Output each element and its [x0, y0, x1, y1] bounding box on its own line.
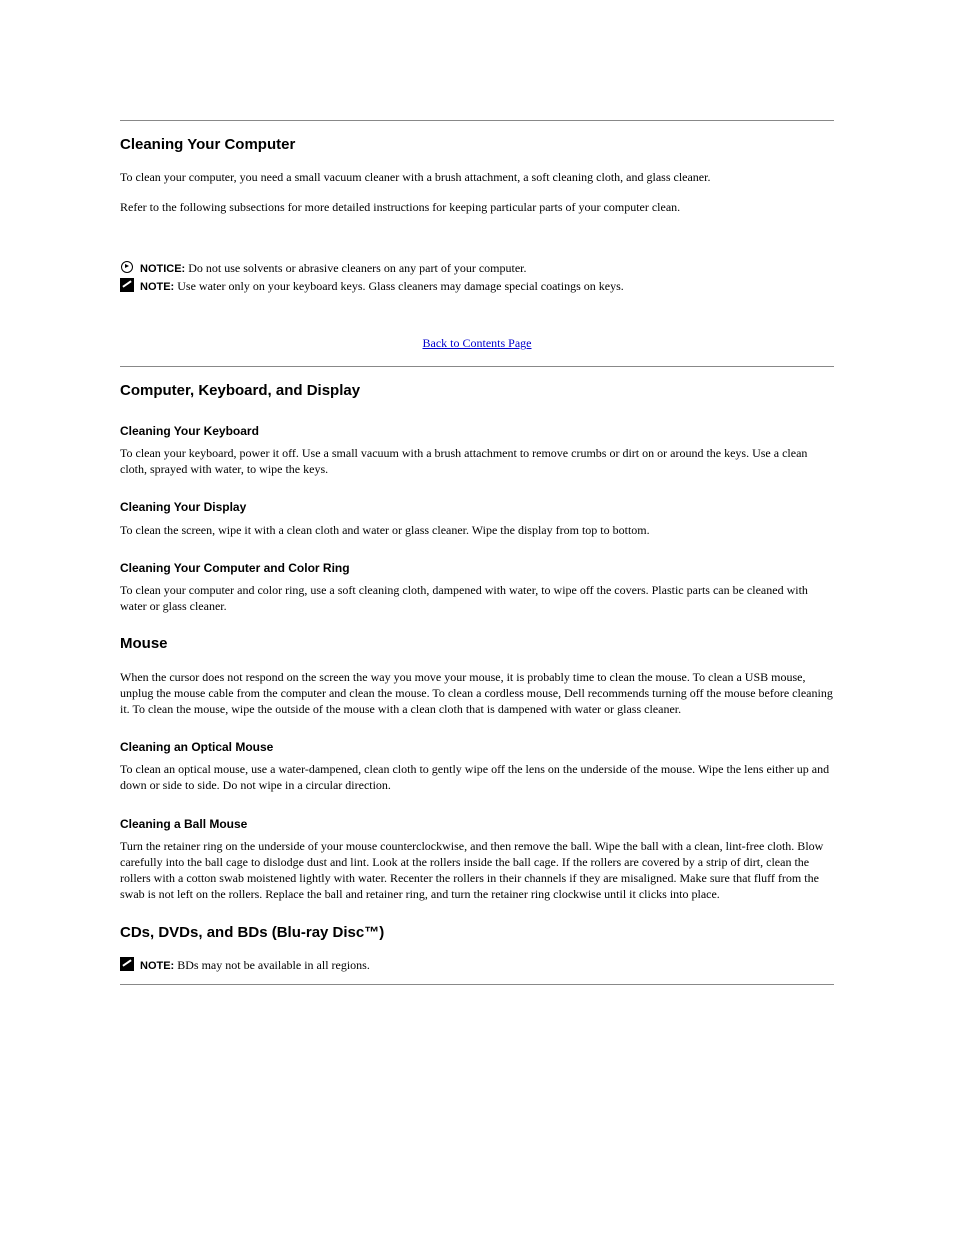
- note-text-bd: BDs may not be available in all regions.: [177, 958, 370, 972]
- subheading-ball-mouse: Cleaning a Ball Mouse: [120, 816, 834, 832]
- note-label-bd: NOTE:: [140, 960, 174, 972]
- notice-label: NOTICE:: [140, 263, 185, 275]
- notice-text: Do not use solvents or abrasive cleaners…: [188, 261, 526, 275]
- subheading-keyboard: Cleaning Your Keyboard: [120, 423, 834, 439]
- optical-mouse-text: To clean an optical mouse, use a water-d…: [120, 761, 834, 793]
- heading-computer-keyboard-display: Computer, Keyboard, and Display: [120, 381, 834, 401]
- color-ring-text: To clean your computer and color ring, u…: [120, 582, 834, 614]
- section-divider: [120, 120, 834, 121]
- note-icon-bd: [120, 957, 134, 971]
- section-divider-2: [120, 366, 834, 367]
- notice-icon: [120, 260, 134, 274]
- back-to-contents-link[interactable]: Back to Contents Page: [423, 336, 532, 350]
- display-text: To clean the screen, wipe it with a clea…: [120, 522, 834, 538]
- ball-mouse-text: Turn the retainer ring on the underside …: [120, 838, 834, 903]
- heading-mouse: Mouse: [120, 634, 834, 654]
- heading-cds-dvds-bds: CDs, DVDs, and BDs (Blu-ray Disc™): [120, 923, 834, 943]
- subheading-optical-mouse: Cleaning an Optical Mouse: [120, 739, 834, 755]
- note-icon: [120, 278, 134, 292]
- section-divider-3: [120, 984, 834, 985]
- note-block-1: NOTE: Use water only on your keyboard ke…: [120, 278, 834, 295]
- heading-cleaning-computer: Cleaning Your Computer: [120, 135, 834, 155]
- mouse-intro: When the cursor does not respond on the …: [120, 669, 834, 718]
- subheading-display: Cleaning Your Display: [120, 499, 834, 515]
- intro-para-2: Refer to the following subsections for m…: [120, 199, 834, 215]
- note-text: Use water only on your keyboard keys. Gl…: [177, 279, 624, 293]
- intro-para-1: To clean your computer, you need a small…: [120, 169, 834, 185]
- note-label: NOTE:: [140, 281, 174, 293]
- subheading-computer-color-ring: Cleaning Your Computer and Color Ring: [120, 560, 834, 576]
- notice-block: NOTICE: Do not use solvents or abrasive …: [120, 260, 834, 277]
- note-block-bd: NOTE: BDs may not be available in all re…: [120, 957, 834, 974]
- keyboard-text: To clean your keyboard, power it off. Us…: [120, 445, 834, 477]
